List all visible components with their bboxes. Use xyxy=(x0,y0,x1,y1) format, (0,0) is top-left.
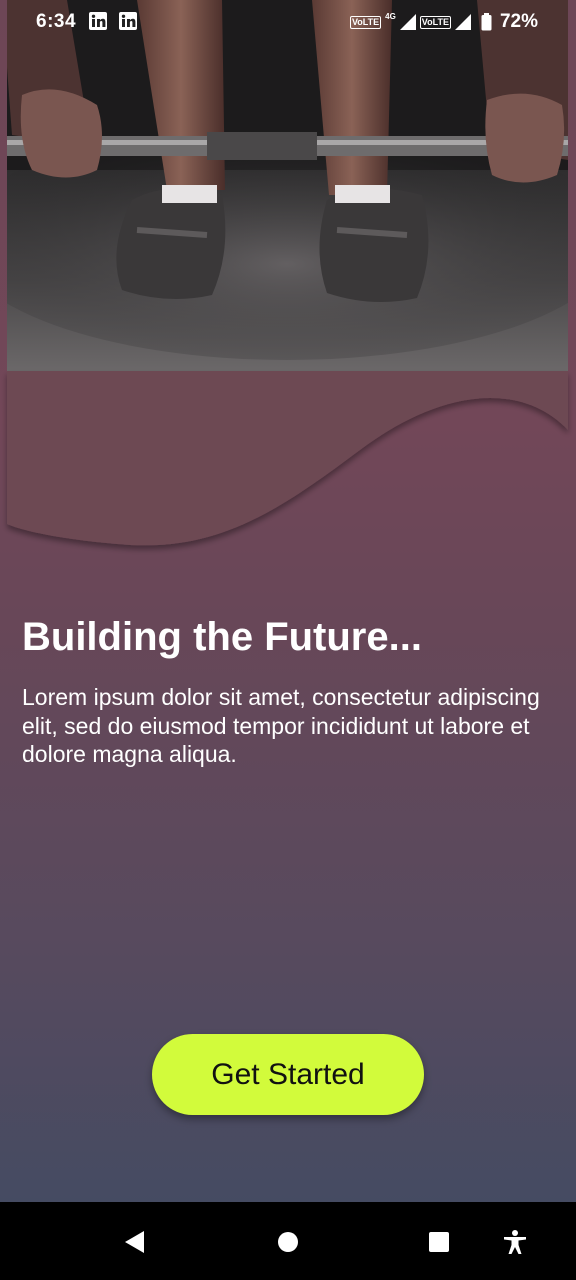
back-icon[interactable] xyxy=(117,1224,153,1260)
volte-label: VoLTE xyxy=(349,15,382,29)
linkedin-icon xyxy=(89,12,107,30)
signal-icon xyxy=(399,14,416,30)
accessibility-icon[interactable] xyxy=(497,1224,533,1260)
signal-icon xyxy=(454,14,471,30)
status-indicators: VoLTE 4G VoLTE 72% xyxy=(349,11,538,33)
description-text: Lorem ipsum dolor sit amet, consectetur … xyxy=(22,684,540,767)
onboarding-screen: 6:34 VoLTE 4G VoLTE 72% Building the Fut… xyxy=(0,0,576,1280)
page-title: Building the Future... xyxy=(22,615,422,659)
status-bar: 6:34 VoLTE 4G VoLTE 72% xyxy=(0,0,576,44)
status-time: 6:34 xyxy=(36,11,77,32)
decorative-wave xyxy=(7,371,568,546)
navigation-bar xyxy=(0,1202,576,1280)
home-icon[interactable] xyxy=(270,1224,306,1260)
battery-percentage: 72% xyxy=(499,11,538,32)
network-badge: 4G xyxy=(385,11,396,21)
battery-icon xyxy=(481,13,492,31)
recents-icon[interactable] xyxy=(421,1224,457,1260)
hero-image xyxy=(7,0,568,371)
linkedin-icon xyxy=(119,12,137,30)
get-started-button[interactable]: Get Started xyxy=(152,1034,424,1115)
volte-label: VoLTE xyxy=(419,15,451,29)
